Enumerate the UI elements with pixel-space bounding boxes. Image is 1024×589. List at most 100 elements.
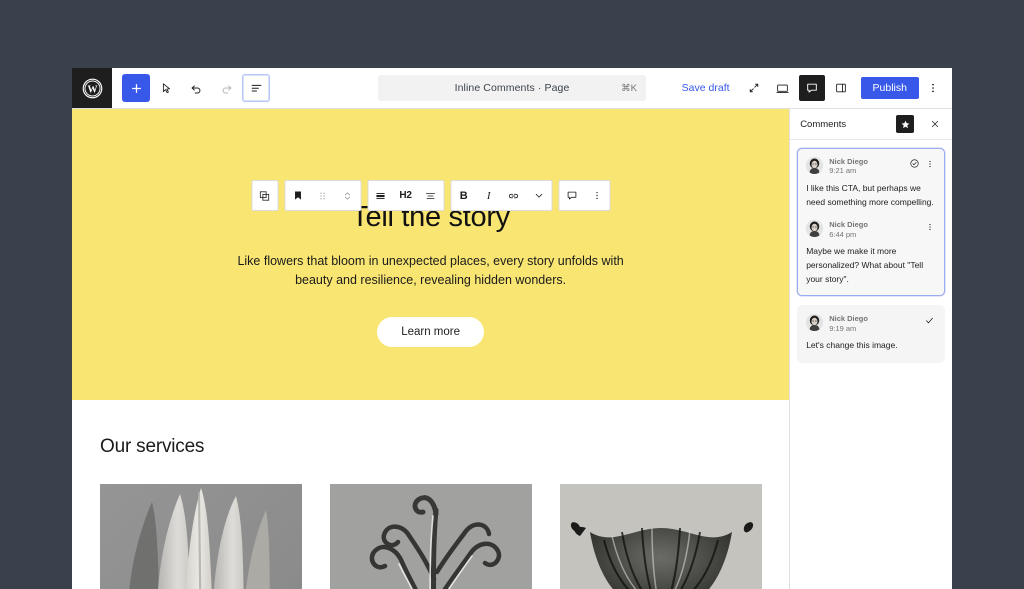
align-block-icon xyxy=(376,192,385,199)
comment-thread[interactable]: Nick Diego 9:19 am Let's change this ima… xyxy=(797,305,945,363)
block-format-group: H2 xyxy=(367,180,445,211)
comments-toggle-button[interactable] xyxy=(798,75,825,101)
more-formats-button[interactable] xyxy=(526,182,551,209)
comment-options-button[interactable] xyxy=(923,157,936,170)
block-toolbar: H2 B I xyxy=(251,180,611,211)
drag-grip-icon xyxy=(320,192,325,199)
svg-text:W: W xyxy=(87,84,97,95)
resolve-comment-button[interactable] xyxy=(908,157,921,170)
avatar-image xyxy=(806,314,824,332)
redo-button[interactable] xyxy=(212,74,240,102)
comment-entry: Nick Diego 9:21 am I like this CTA, but … xyxy=(806,157,936,209)
service-image-fern[interactable] xyxy=(330,484,532,589)
vertical-ellipsis-icon xyxy=(928,223,931,230)
settings-sidebar-button[interactable] xyxy=(828,75,854,101)
comments-sidebar-header: Comments xyxy=(790,109,952,140)
comment-entry: Nick Diego 9:19 am Let's change this ima… xyxy=(806,314,936,353)
avatar xyxy=(806,220,824,238)
comments-list: Nick Diego 9:21 am I like this CTA, but … xyxy=(790,140,952,371)
heading-level-button[interactable]: H2 xyxy=(393,182,418,209)
undo-button[interactable] xyxy=(182,74,210,102)
avatar xyxy=(806,157,824,174)
services-heading[interactable]: Our services xyxy=(100,436,761,458)
zoom-out-button[interactable] xyxy=(741,75,767,101)
select-parent-block-button[interactable] xyxy=(252,182,277,209)
text-format-group: B I xyxy=(450,180,553,211)
align-block-button[interactable] xyxy=(368,182,393,209)
comment-thread[interactable]: Nick Diego 9:21 am I like this CTA, but … xyxy=(797,148,945,297)
avatar-image xyxy=(806,220,824,238)
resolve-check-circle-icon xyxy=(910,159,919,168)
block-type-button[interactable] xyxy=(285,182,310,209)
tools-select-button[interactable] xyxy=(152,74,180,102)
add-comment-button[interactable] xyxy=(559,182,584,209)
text-align-button[interactable] xyxy=(418,182,443,209)
comment-text: I like this CTA, but perhaps we need som… xyxy=(806,182,934,207)
service-image-thistle[interactable] xyxy=(560,484,762,589)
comment-resolved-indicator[interactable] xyxy=(923,314,936,327)
close-x-icon xyxy=(931,120,939,128)
save-draft-button[interactable]: Save draft xyxy=(674,78,738,98)
block-mover-group xyxy=(284,180,362,211)
wordpress-logo-button[interactable]: W xyxy=(72,68,112,108)
comment-options-button[interactable] xyxy=(923,220,936,233)
tulip-photo xyxy=(100,484,302,589)
learn-more-button[interactable]: Learn more xyxy=(377,316,484,347)
publish-button[interactable]: Publish xyxy=(860,77,919,99)
list-view-icon xyxy=(251,84,261,91)
copy-blocks-icon xyxy=(259,190,270,201)
command-shortcut-label: ⌘K xyxy=(621,82,637,94)
avatar-image xyxy=(806,157,824,174)
wordpress-block-editor-window: W Inline Comments · Page ⌘K Save draft P… xyxy=(72,68,952,589)
move-block-button[interactable] xyxy=(335,182,360,209)
comment-entry: Nick Diego 6:44 pm Maybe we make it more… xyxy=(806,220,936,286)
drag-handle-button[interactable] xyxy=(310,182,335,209)
link-icon xyxy=(509,193,519,198)
hero-paragraph[interactable]: Like flowers that bloom in unexpected pl… xyxy=(231,252,631,291)
editor-header: W Inline Comments · Page ⌘K Save draft P… xyxy=(72,68,952,109)
preview-device-button[interactable] xyxy=(770,75,796,101)
comment-time: 9:19 am xyxy=(829,323,857,333)
comment-actions xyxy=(923,314,936,327)
bold-label: B xyxy=(459,189,468,202)
bold-button[interactable]: B xyxy=(451,182,476,209)
check-mark-icon xyxy=(926,318,933,324)
service-image-tulip[interactable] xyxy=(100,484,302,589)
hero-cover-block[interactable]: Tell the story Like flowers that bloom i… xyxy=(72,109,790,400)
parent-block-group xyxy=(251,180,279,211)
desktop-icon xyxy=(776,84,789,93)
comments-sidebar-title: Comments xyxy=(800,118,847,130)
editor-body: H2 B I Tell the story Like flowers that … xyxy=(72,109,952,589)
add-block-button[interactable] xyxy=(122,74,150,102)
comment-author: Nick Diego xyxy=(829,314,868,324)
italic-button[interactable]: I xyxy=(476,182,501,209)
comment-header: Nick Diego 9:19 am xyxy=(806,314,936,333)
curled-fern-photo xyxy=(330,484,532,589)
comment-time: 9:21 am xyxy=(829,166,857,176)
vertical-ellipsis-icon xyxy=(595,191,598,200)
header-right-toolbar: Save draft Publish xyxy=(674,75,952,101)
block-options-button[interactable] xyxy=(584,182,609,209)
comment-bubble-icon xyxy=(806,83,817,93)
comment-actions xyxy=(908,157,936,170)
redo-arrow-icon xyxy=(222,85,231,93)
header-left-toolbar xyxy=(112,74,270,102)
plus-icon xyxy=(131,83,141,93)
up-down-chevrons-icon xyxy=(344,191,351,200)
comments-sidebar: Comments Nick Diego 9:21 am I like this … xyxy=(789,109,952,589)
comment-header: Nick Diego 9:21 am xyxy=(806,157,936,176)
editor-options-menu-button[interactable] xyxy=(922,75,944,101)
document-overview-button[interactable] xyxy=(242,74,270,102)
link-button[interactable] xyxy=(501,182,526,209)
sidebar-panel-icon xyxy=(835,83,846,93)
comments-close-button[interactable] xyxy=(926,115,944,133)
comments-star-button[interactable] xyxy=(896,115,914,133)
comment-meta: Nick Diego 9:19 am xyxy=(829,314,868,333)
comment-bubble-icon xyxy=(567,191,576,200)
document-title-bar[interactable]: Inline Comments · Page ⌘K xyxy=(378,75,646,101)
comment-time: 6:44 pm xyxy=(829,229,857,239)
comment-text: Maybe we make it more personalized? What… xyxy=(806,246,924,284)
services-section: Our services xyxy=(72,400,790,589)
undo-arrow-icon xyxy=(191,85,200,93)
comment-meta: Nick Diego 9:21 am xyxy=(829,157,868,176)
